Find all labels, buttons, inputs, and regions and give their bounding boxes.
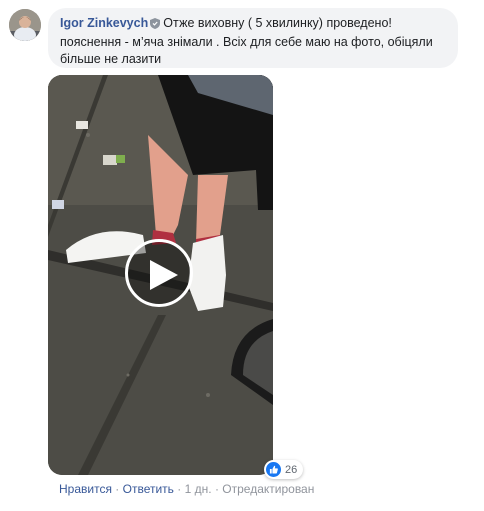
shield-icon	[150, 17, 161, 34]
comment-actions: Нравится · Ответить · 1 дн. · Отредактир…	[59, 482, 314, 496]
reaction-count-badge[interactable]: 26	[264, 460, 304, 479]
comment-bubble: Igor Zinkevych Отже виховну ( 5 хвилинку)…	[48, 8, 458, 68]
timestamp-link[interactable]: 1 дн.	[185, 482, 212, 496]
play-icon	[150, 260, 178, 290]
reply-link[interactable]: Ответить	[123, 482, 174, 496]
thumbs-up-icon	[266, 462, 281, 477]
video-attachment[interactable]	[48, 75, 273, 475]
separator: ·	[177, 482, 182, 496]
author-avatar[interactable]	[9, 9, 41, 41]
author-name-link[interactable]: Igor Zinkevych	[60, 16, 148, 30]
reaction-count: 26	[285, 463, 298, 476]
edited-label[interactable]: Отредактирован	[222, 482, 314, 496]
separator: ·	[214, 482, 219, 496]
separator: ·	[115, 482, 120, 496]
like-link[interactable]: Нравится	[59, 482, 112, 496]
play-button[interactable]	[125, 239, 193, 307]
